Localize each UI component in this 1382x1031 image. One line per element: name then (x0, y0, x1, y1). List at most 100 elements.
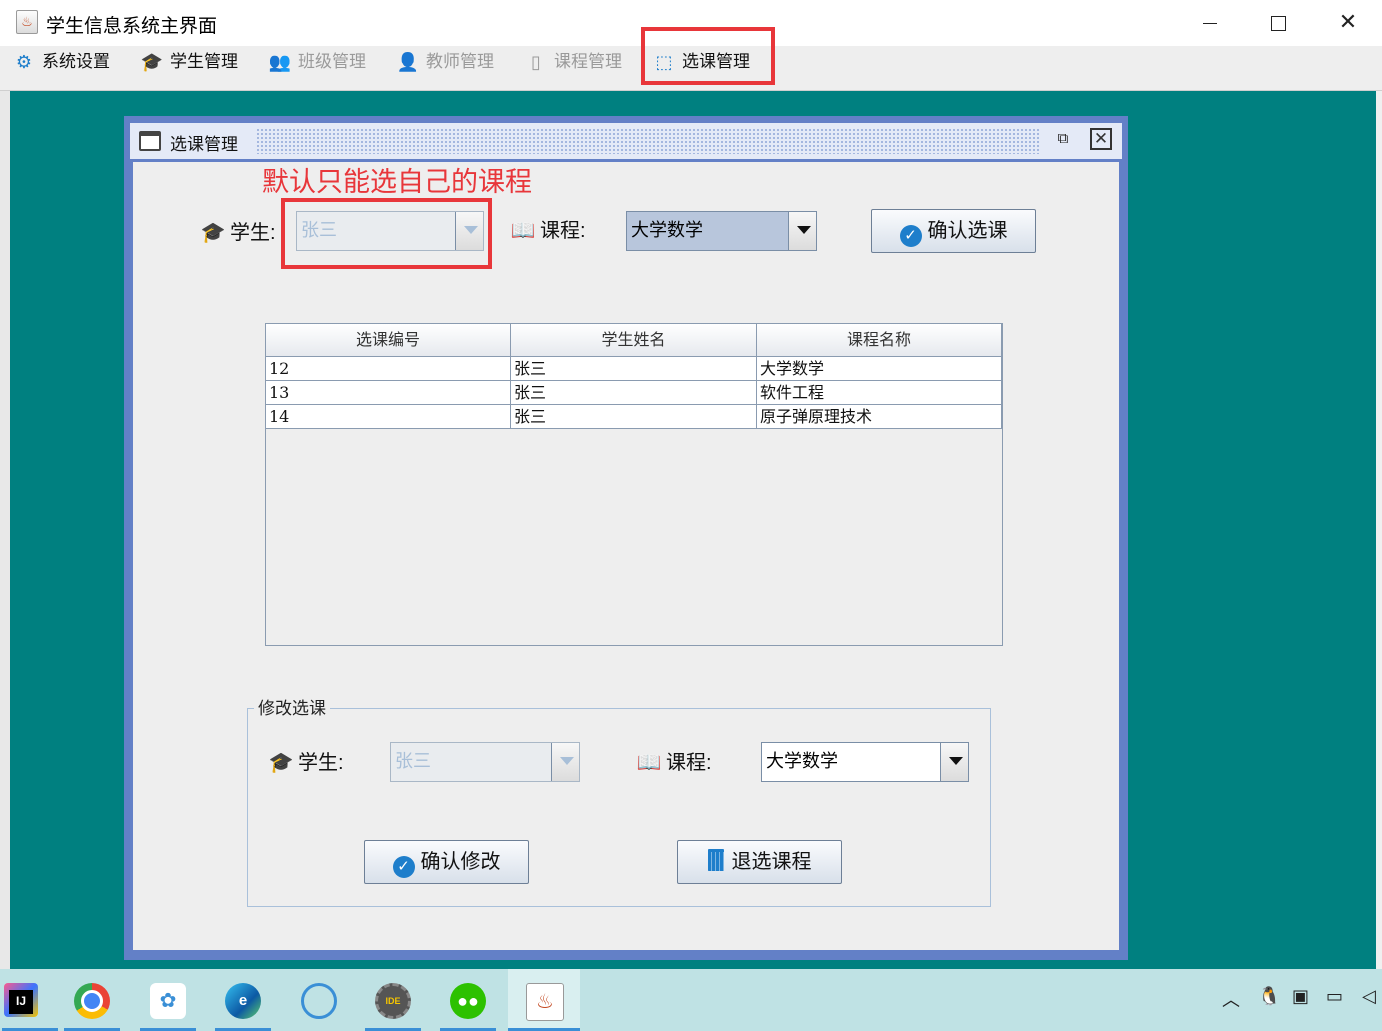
table-cell[interactable]: 大学数学 (757, 357, 1002, 381)
group-title: 修改选课 (254, 694, 330, 719)
chevron-down-icon[interactable] (551, 743, 579, 781)
check-circle-icon: ✓ (392, 856, 415, 878)
student-label: 🎓 学生: (200, 216, 276, 245)
table-cell[interactable]: 软件工程 (757, 381, 1002, 405)
table-header: 选课编号 学生姓名 课程名称 (266, 324, 1002, 357)
table-cell[interactable]: 13 (266, 381, 511, 405)
taskbar-edge[interactable]: e (213, 969, 273, 1031)
confirm-modify-label: 确认修改 (420, 851, 501, 873)
restore-icon[interactable]: ⧉ (1050, 126, 1076, 152)
annotation-highlight-student (281, 198, 492, 269)
table-body: 12 张三 大学数学 13 张三 软件工程 14 张三 原子弹原理技术 (266, 357, 1002, 429)
table-cell[interactable]: 14 (266, 405, 511, 429)
window-title: 学生信息系统主界面 (46, 16, 218, 37)
frame-close-icon[interactable]: ✕ (1090, 128, 1112, 150)
teacher-icon: 👤 (396, 51, 420, 73)
annotation-text: 默认只能选自己的课程 (262, 167, 532, 197)
drop-course-button[interactable]: 退选课程 (677, 840, 842, 884)
chevron-down-icon[interactable] (788, 212, 816, 250)
frame-titlebar-grip (256, 128, 1040, 154)
menu-student-management[interactable]: 🎓 学生管理 (140, 46, 238, 80)
java-icon: ♨ (526, 983, 564, 1021)
confirm-selection-label: 确认选课 (927, 220, 1008, 242)
taskbar-java-ide[interactable]: IDE (363, 969, 423, 1031)
modify-course-combo[interactable]: 大学数学 (761, 742, 969, 782)
course-combo[interactable]: 大学数学 (626, 211, 817, 251)
network-icon[interactable]: ▣ (1292, 986, 1309, 1007)
users-icon: 👥 (268, 51, 292, 73)
menu-label: 课程管理 (554, 52, 622, 72)
maximize-button[interactable] (1244, 0, 1312, 46)
course-combo-value: 大学数学 (627, 212, 788, 250)
minimize-button[interactable] (1176, 0, 1244, 46)
speaker-icon[interactable]: ◁ (1362, 986, 1376, 1007)
taskbar (0, 969, 1382, 1031)
modify-student-combo[interactable]: 张三 (390, 742, 580, 782)
book-icon: ▯ (531, 51, 541, 73)
table-cell[interactable]: 张三 (511, 381, 757, 405)
confirm-selection-button[interactable]: ✓ 确认选课 (871, 209, 1036, 253)
graduate-icon: 🎓 (268, 752, 294, 774)
column-header[interactable]: 学生姓名 (511, 324, 757, 357)
edge-icon: e (225, 983, 261, 1019)
taskbar-chrome[interactable] (62, 969, 122, 1031)
minimize-icon (1203, 22, 1217, 24)
menu-label: 学生管理 (170, 52, 238, 72)
taskbar-java-app[interactable]: ♨ (508, 969, 580, 1031)
qq-icon[interactable]: 🐧 (1258, 986, 1280, 1007)
close-icon: ✕ (1338, 9, 1358, 34)
check-circle-icon: ✓ (899, 225, 922, 247)
menu-label: 班级管理 (298, 52, 366, 72)
modify-student-label-text: 学生: (298, 752, 344, 774)
table-row[interactable]: 12 张三 大学数学 (266, 357, 1002, 381)
modify-student-label: 🎓 学生: (268, 746, 344, 775)
course-label: 📖 课程: (510, 214, 586, 243)
open-book-icon: 📖 (510, 220, 536, 242)
table-row[interactable]: 13 张三 软件工程 (266, 381, 1002, 405)
trash-icon (707, 849, 724, 871)
taskbar-baidu-netdisk[interactable]: ✿ (138, 969, 198, 1031)
graduate-icon: 🎓 (200, 222, 226, 244)
open-book-icon: 📖 (636, 752, 662, 774)
table-cell[interactable]: 原子弹原理技术 (757, 405, 1002, 429)
frame-title: 选课管理 (170, 135, 238, 155)
table-cell[interactable]: 张三 (511, 405, 757, 429)
menu-system-settings[interactable]: ⚙ 系统设置 (12, 46, 110, 80)
menu-course-management[interactable]: ▯ 课程管理 (524, 46, 622, 80)
battery-icon[interactable]: ▭ (1326, 986, 1343, 1007)
confirm-modify-button[interactable]: ✓ 确认修改 (364, 840, 529, 884)
column-header[interactable]: 选课编号 (266, 324, 511, 357)
close-window-button[interactable]: ✕ (1314, 0, 1382, 46)
modify-student-value: 张三 (395, 751, 431, 771)
drop-course-label: 退选课程 (731, 851, 812, 873)
menu-label: 教师管理 (426, 52, 494, 72)
menu-teacher-management[interactable]: 👤 教师管理 (396, 46, 494, 80)
gear-ide-icon: IDE (375, 983, 411, 1019)
chevron-down-icon[interactable] (940, 743, 968, 781)
student-label-text: 学生: (230, 222, 276, 244)
taskbar-wechat[interactable]: ●● (438, 969, 498, 1031)
column-header[interactable]: 课程名称 (757, 324, 1002, 357)
graduate-icon: 🎓 (140, 51, 164, 73)
menu-label: 系统设置 (42, 52, 110, 72)
window-icon (139, 131, 161, 151)
menu-class-management[interactable]: 👥 班级管理 (268, 46, 366, 80)
course-label-text: 课程: (540, 220, 586, 242)
table-cell[interactable]: 张三 (511, 357, 757, 381)
table-cell[interactable]: 12 (266, 357, 511, 381)
java-app-icon: ♨ (16, 10, 38, 34)
flower-icon (301, 983, 337, 1019)
modify-selection-group (247, 708, 991, 907)
intellij-icon: IJ (4, 983, 38, 1017)
left-edge (0, 91, 10, 969)
annotation-highlight-menu (641, 27, 775, 85)
chevron-up-icon[interactable]: ︿ (1222, 986, 1240, 1012)
chrome-icon (74, 983, 110, 1019)
maximize-icon (1270, 15, 1286, 31)
table-row[interactable]: 14 张三 原子弹原理技术 (266, 405, 1002, 429)
gear-icon: ⚙ (15, 51, 33, 73)
taskbar-app[interactable] (288, 969, 348, 1031)
taskbar-intellij[interactable]: IJ (0, 969, 60, 1031)
modify-course-label: 📖 课程: (636, 746, 712, 775)
modify-course-value: 大学数学 (766, 751, 838, 771)
